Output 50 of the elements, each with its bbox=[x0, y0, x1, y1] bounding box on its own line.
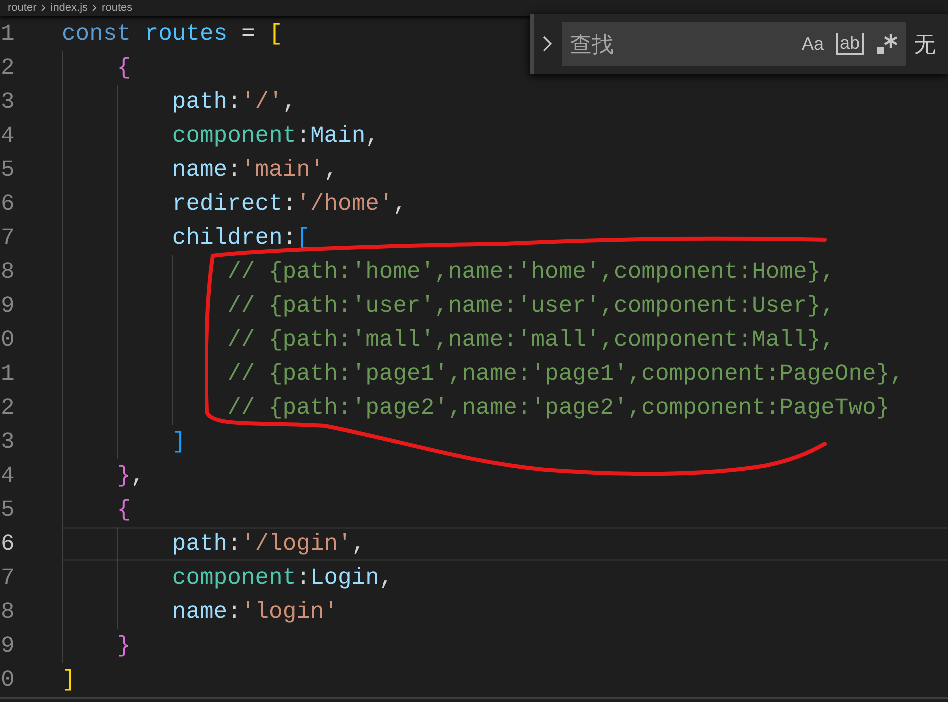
code-text: component:Main, bbox=[172, 122, 380, 151]
code-text: ] bbox=[62, 666, 76, 695]
line-number: 8 bbox=[0, 258, 16, 287]
line-number: 3 bbox=[0, 88, 16, 117]
line-number: 0 bbox=[0, 666, 16, 695]
line-number: 7 bbox=[0, 564, 16, 593]
regex-icon[interactable] bbox=[876, 32, 898, 56]
breadcrumb-item[interactable]: router bbox=[8, 0, 37, 16]
code-text: name:'main', bbox=[172, 156, 338, 185]
line-number: 2 bbox=[0, 394, 16, 423]
chevron-right-icon bbox=[92, 4, 98, 12]
match-case-toggle[interactable]: Aa bbox=[802, 30, 824, 58]
line-number: 6 bbox=[0, 530, 16, 559]
code-text: path:'/', bbox=[172, 88, 297, 117]
line-number: 4 bbox=[0, 462, 16, 491]
line-number: 1 bbox=[0, 360, 16, 389]
code-text: component:Login, bbox=[172, 564, 394, 593]
code-text: ] bbox=[172, 428, 186, 457]
result-count: 无 bbox=[914, 30, 936, 58]
code-text: { bbox=[117, 54, 131, 83]
code-text: }, bbox=[117, 462, 145, 491]
line-number: 5 bbox=[0, 156, 16, 185]
find-input[interactable]: 查找 Aa ab bbox=[562, 22, 906, 66]
line-number: 9 bbox=[0, 632, 16, 661]
whole-word-toggle[interactable]: ab bbox=[836, 33, 864, 55]
line-number: 4 bbox=[0, 122, 16, 151]
code-text: name:'login' bbox=[172, 598, 338, 627]
breadcrumb-item[interactable]: routes bbox=[102, 0, 133, 16]
chevron-right-icon[interactable] bbox=[542, 35, 554, 53]
line-number: 6 bbox=[0, 190, 16, 219]
code-text: // {path:'page2',name:'page2',component:PageTwo} bbox=[228, 394, 890, 423]
code-text: redirect:'/home', bbox=[172, 190, 408, 219]
code-text: // {path:'page1',name:'page1',component:PageOne}, bbox=[228, 360, 904, 389]
line-number: 0 bbox=[0, 326, 16, 355]
line-number: 3 bbox=[0, 428, 16, 457]
chevron-right-icon bbox=[40, 4, 47, 12]
line-number: 1 bbox=[0, 20, 16, 49]
code-text: const routes = [ bbox=[62, 20, 283, 49]
code-text: path:'/login', bbox=[172, 530, 366, 559]
line-number: 2 bbox=[0, 54, 16, 83]
line-number: 9 bbox=[0, 292, 16, 321]
code-text: { bbox=[117, 496, 131, 525]
code-text: // {path:'home',name:'home',component:Home}, bbox=[228, 258, 835, 287]
line-number: 5 bbox=[0, 496, 16, 525]
code-text: // {path:'mall',name:'mall',component:Mall}, bbox=[228, 326, 835, 355]
code-text: } bbox=[117, 632, 131, 661]
breadcrumb-item[interactable]: index.js bbox=[50, 0, 88, 16]
line-number: 7 bbox=[0, 224, 16, 253]
code-text: // {path:'user',name:'user',component:User}, bbox=[228, 292, 835, 321]
line-number: 8 bbox=[0, 598, 16, 627]
